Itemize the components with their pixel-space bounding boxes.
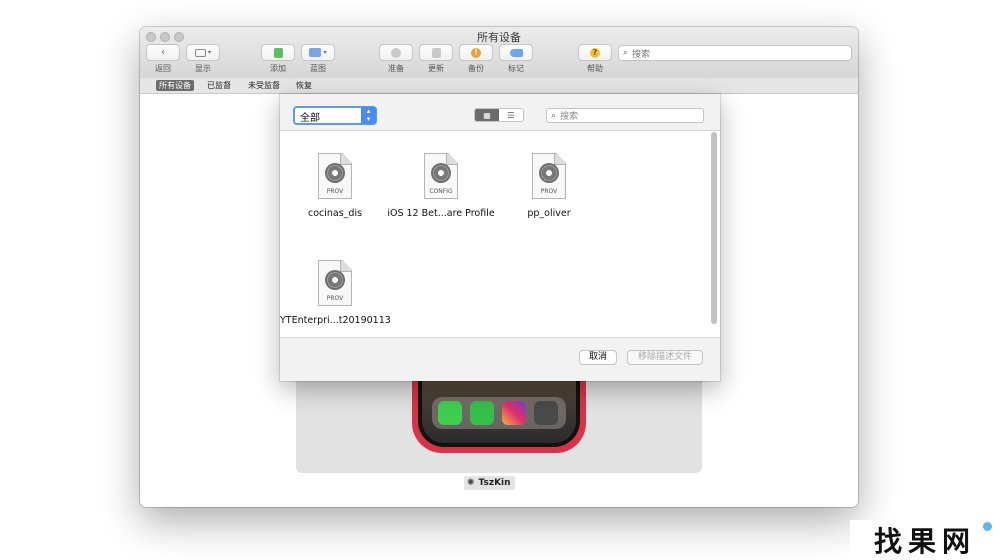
select-arrows-icon: ▴ ▾ <box>361 107 376 124</box>
blueprint-button[interactable]: ▾ <box>301 44 335 61</box>
instagram-app-icon <box>502 401 526 425</box>
tag-icon <box>509 48 523 57</box>
file-item[interactable]: CONFIG iOS 12 Bet...are Profile <box>386 153 496 219</box>
vertical-scrollbar[interactable] <box>711 132 717 324</box>
backup-icon: ! <box>471 47 481 58</box>
device-filter-tabbar: 所有设备 已监督 未受监督 恢复 <box>140 78 858 94</box>
chevron-down-icon: ▾ <box>207 49 211 56</box>
profile-filter-select[interactable]: 全部 ▴ ▾ <box>293 106 377 125</box>
view-button[interactable]: ▾ <box>186 44 220 61</box>
list-view-button[interactable]: ☰ <box>499 109 523 121</box>
chevron-down-icon: ▾ <box>323 49 327 56</box>
help-icon: ? <box>590 47 600 58</box>
add-button[interactable] <box>261 44 295 61</box>
view-label: 显示 <box>195 64 211 73</box>
profile-filter-value: 全部 <box>300 113 320 124</box>
tab-supervised[interactable]: 已监督 <box>204 80 234 91</box>
cancel-button[interactable]: 取消 <box>579 350 617 365</box>
file-name: YTEnterpri...t20190113 <box>280 315 391 326</box>
toolbar-search-input[interactable]: ⌕ 搜索 <box>618 45 852 61</box>
remove-profile-button[interactable]: 移除描述文件 <box>627 350 703 365</box>
dialog-search-placeholder: 搜索 <box>560 112 579 122</box>
file-item[interactable]: PROV pp_oliver <box>494 153 604 219</box>
file-name: pp_oliver <box>527 208 571 219</box>
update-button[interactable] <box>419 44 453 61</box>
watermark-text: 找果网 <box>873 525 976 558</box>
remove-profile-sheet: 全部 ▴ ▾ ▦ ☰ ⌕ 搜索 PROV cocinas_dis CONFIG … <box>280 94 720 381</box>
file-item[interactable]: PROV YTEnterpri...t20190113 <box>280 260 391 326</box>
search-icon: ⌕ <box>623 48 629 58</box>
tab-recovery[interactable]: 恢复 <box>293 80 315 91</box>
backup-button[interactable]: ! <box>459 44 493 61</box>
help-label: 帮助 <box>587 64 603 73</box>
camera-app-icon <box>534 401 558 425</box>
file-name: iOS 12 Bet...are Profile <box>387 208 495 219</box>
grid-icon: ▦ <box>483 110 491 120</box>
prepare-label: 准备 <box>388 64 404 73</box>
dialog-search-input[interactable]: ⌕ 搜索 <box>546 108 704 123</box>
provisioning-profile-icon: PROV <box>532 153 566 199</box>
tag-button[interactable] <box>499 44 533 61</box>
app-dock <box>432 397 566 429</box>
wechat-app-icon <box>470 401 494 425</box>
tag-label: 标记 <box>508 64 524 73</box>
window-title: 所有设备 <box>477 31 521 44</box>
chevron-left-icon: ‹ <box>161 47 165 58</box>
help-button[interactable]: ? <box>578 44 612 61</box>
device-name: TszKin <box>478 478 511 488</box>
icon-view-button[interactable]: ▦ <box>475 109 499 121</box>
prepare-icon <box>391 47 401 58</box>
tab-all-devices[interactable]: 所有设备 <box>156 80 194 91</box>
add-icon <box>273 47 283 58</box>
provisioning-profile-icon: PROV <box>318 153 352 199</box>
prepare-button[interactable] <box>379 44 413 61</box>
watermark-dot <box>983 522 992 531</box>
list-icon: ☰ <box>507 110 515 120</box>
file-item[interactable]: PROV cocinas_dis <box>280 153 390 219</box>
file-name: cocinas_dis <box>307 208 363 219</box>
add-label: 添加 <box>270 64 286 73</box>
provisioning-profile-icon: PROV <box>318 260 352 306</box>
device-image <box>412 379 586 453</box>
spinner-icon: ✺ <box>467 478 475 488</box>
blueprint-label: 蓝图 <box>310 64 326 73</box>
back-label: 返回 <box>155 64 171 73</box>
update-icon <box>431 47 441 58</box>
toolbar-search-placeholder: 搜索 <box>632 49 651 60</box>
title-bar: 所有设备 ‹ 返回 ▾ 显示 添加 ▾ 蓝图 准备 更新 ! 备份 标记 ? 帮… <box>140 27 858 79</box>
phone-app-icon <box>438 401 462 425</box>
view-style-control: ▦ ☰ <box>474 108 524 122</box>
watermark-logo: 找果网 <box>850 520 1000 560</box>
profile-file-browser: PROV cocinas_dis CONFIG iOS 12 Bet...are… <box>280 130 720 338</box>
update-label: 更新 <box>428 64 444 73</box>
backup-label: 备份 <box>468 64 484 73</box>
device-name-label: ✺ TszKin <box>464 476 515 490</box>
blueprint-icon <box>309 48 322 57</box>
back-button[interactable]: ‹ <box>146 44 180 61</box>
tab-unsupervised[interactable]: 未受监督 <box>245 80 283 91</box>
configuration-profile-icon: CONFIG <box>424 153 458 199</box>
search-icon: ⌕ <box>551 110 557 121</box>
view-mode-icon <box>194 48 206 57</box>
